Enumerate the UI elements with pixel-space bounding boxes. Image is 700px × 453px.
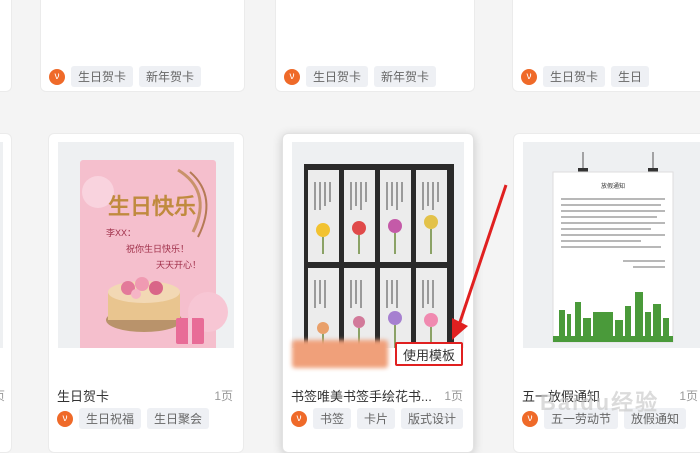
watermark: Baidu经验 — [540, 390, 660, 415]
annotation-arrow — [452, 184, 508, 340]
